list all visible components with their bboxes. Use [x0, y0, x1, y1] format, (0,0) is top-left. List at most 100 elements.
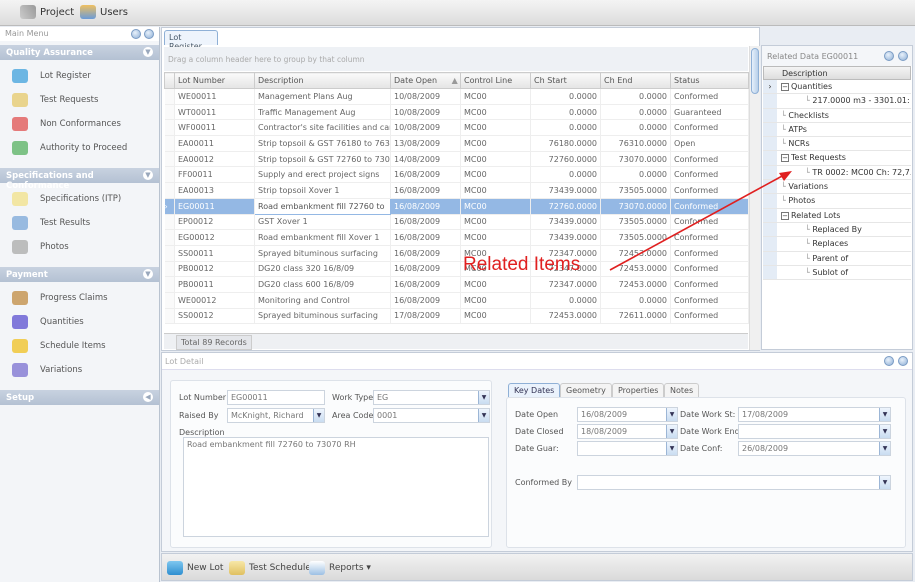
tree-node-variations[interactable]: └ Variations [763, 180, 911, 195]
table-row[interactable]: SS00011 Sprayed bituminous surfacing 16/08… [164, 245, 749, 262]
tree-node-tr-0002-mc00-ch-72-7[interactable]: └ TR 0002: MC00 Ch: 72,7... [763, 165, 911, 181]
close-icon[interactable] [898, 356, 908, 366]
date-conf-picker[interactable]: 26/08/2009 ▼ [738, 441, 891, 456]
chevron-down-icon[interactable]: ▼ [143, 170, 153, 180]
table-row[interactable]: WE00011 Management Plans Aug 10/08/2009 MC0… [164, 88, 749, 105]
project-button[interactable]: Project [20, 5, 74, 19]
tree-node-quantities[interactable]: › − Quantities [763, 80, 911, 95]
sidebar-item-schedule-items[interactable]: Schedule Items [0, 334, 159, 358]
section-payment[interactable]: Payment ▼ [0, 267, 159, 282]
description-textarea[interactable]: Road embankment fill 72760 to 73070 RH [183, 437, 489, 537]
table-row[interactable]: SS00012 Sprayed bituminous surfacing 17/08… [164, 308, 749, 325]
chevron-down-icon[interactable]: ▼ [666, 442, 677, 455]
chevron-down-icon[interactable]: ▼ [879, 425, 890, 438]
tree-node-ncrs[interactable]: └ NCRs [763, 137, 911, 152]
tab-key-dates[interactable]: Key Dates [508, 383, 561, 397]
close-icon[interactable] [144, 29, 154, 39]
chevron-down-icon[interactable]: ▼ [478, 391, 489, 404]
tree-node-photos[interactable]: └ Photos [763, 194, 911, 209]
chevron-down-icon[interactable]: ▼ [666, 408, 677, 421]
group-by-area[interactable]: Drag a column header here to group by th… [164, 47, 748, 71]
new-lot-button[interactable]: New Lot [167, 561, 223, 575]
sidebar-item-authority-to-proceed[interactable]: Authority to Proceed [0, 136, 159, 160]
sidebar-item-non-conformances[interactable]: Non Conformances [0, 112, 159, 136]
pin-icon[interactable] [884, 51, 894, 61]
tree-node-replaces[interactable]: └ Replaces [763, 237, 911, 252]
table-row[interactable]: › EG00011 Road embankment fill 72760 to 16/… [164, 197, 749, 215]
tree-node-checklists[interactable]: └ Checklists [763, 108, 911, 123]
reports-button[interactable]: Reports ▾ [309, 561, 371, 575]
sidebar-item-test-results[interactable]: Test Results [0, 211, 159, 235]
date-guar-picker[interactable]: ▼ [577, 441, 678, 456]
pin-icon[interactable] [131, 29, 141, 39]
tree-node-sublot-of[interactable]: └ Sublot of [763, 265, 911, 281]
collapse-icon[interactable]: − [781, 211, 789, 220]
test-schedule-button[interactable]: Test Schedule [229, 561, 311, 575]
work-type-select[interactable]: EG ▼ [373, 390, 490, 405]
column-header-lot-number[interactable]: Lot Number [174, 72, 255, 89]
table-row[interactable]: WE00012 Monitoring and Control 16/08/2009 M… [164, 292, 749, 309]
tab-lot-register[interactable]: Lot Register [164, 30, 218, 51]
chevron-down-icon[interactable]: ▼ [879, 476, 890, 489]
column-header-date-open[interactable]: Date Open ▲ [390, 72, 461, 89]
tab-properties[interactable]: Properties [612, 383, 665, 397]
tab-geometry[interactable]: Geometry [560, 383, 612, 397]
tree-node-217-0000-m3-3301-01[interactable]: └ 217.0000 m3 - 3301.01: ... [763, 94, 911, 109]
tree-node-atps[interactable]: └ ATPs [763, 122, 911, 138]
column-header-ch-start[interactable]: Ch Start [530, 72, 601, 89]
sidebar-item-photos[interactable]: Photos [0, 235, 159, 259]
sidebar-item-progress-claims[interactable]: Progress Claims [0, 286, 159, 310]
tree-node-parent-of[interactable]: └ Parent of [763, 251, 911, 266]
collapse-icon[interactable]: − [781, 154, 789, 163]
chevron-down-icon[interactable]: ▼ [879, 408, 890, 421]
table-row[interactable]: EG00012 Road embankment fill Xover 1 16/08… [164, 229, 749, 246]
table-row[interactable]: FF00011 Supply and erect project signs 16/… [164, 166, 749, 184]
table-row[interactable]: EA00011 Strip topsoil & GST 76180 to 7631… [164, 135, 749, 152]
date-work-end-picker[interactable]: ▼ [738, 424, 891, 439]
column-header-status[interactable]: Status [670, 72, 749, 89]
sidebar-item-quantities[interactable]: Quantities [0, 310, 159, 334]
table-row[interactable]: EA00012 Strip topsoil & GST 72760 to 7307… [164, 151, 749, 168]
collapse-icon[interactable]: − [781, 83, 789, 91]
column-header-control-line[interactable]: Control Line [460, 72, 531, 89]
column-header-ch-end[interactable]: Ch End [600, 72, 671, 89]
chevron-down-icon[interactable]: ▼ [143, 47, 153, 57]
grid-scrollbar[interactable] [749, 46, 760, 350]
tree-header[interactable]: Description [763, 66, 911, 80]
users-button[interactable]: Users [80, 5, 128, 19]
tree-node-related-lots[interactable]: − Related Lots [763, 208, 911, 223]
scrollbar-thumb[interactable] [751, 48, 759, 94]
table-row[interactable]: EA00013 Strip topsoil Xover 1 16/08/2009 MC… [164, 182, 749, 199]
conformed-by-select[interactable]: ▼ [577, 475, 891, 490]
sidebar-item-test-requests[interactable]: Test Requests [0, 88, 159, 112]
area-code-select[interactable]: 0001 ▼ [373, 408, 490, 423]
area-code-label: Area Code [332, 411, 374, 420]
section-quality-assurance[interactable]: Quality Assurance ▼ [0, 45, 159, 60]
table-row[interactable]: WF00011 Contractor's site facilities and … [164, 119, 749, 137]
table-row[interactable]: EP00012 GST Xover 1 16/08/2009 MC00 73439.00… [164, 214, 749, 231]
date-open-picker[interactable]: 16/08/2009 ▼ [577, 407, 678, 422]
close-icon[interactable] [898, 51, 908, 61]
date-work-start-picker[interactable]: 17/08/2009 ▼ [738, 407, 891, 422]
chevron-down-icon[interactable]: ▼ [879, 442, 890, 455]
tab-notes[interactable]: Notes [664, 383, 700, 397]
chevron-left-icon[interactable]: ◀ [143, 392, 153, 402]
table-row[interactable]: PB00011 DG20 class 600 16/8/09 16/08/2009 M… [164, 276, 749, 293]
chevron-down-icon[interactable]: ▼ [478, 409, 489, 422]
chevron-down-icon[interactable]: ▼ [313, 409, 324, 422]
sidebar-item-variations[interactable]: Variations [0, 358, 159, 382]
section-specifications-and-conformance[interactable]: Specifications and Conformance ▼ [0, 168, 159, 191]
lot-number-field[interactable]: EG00011 [227, 390, 325, 405]
tree-node-test-requests[interactable]: − Test Requests [763, 151, 911, 166]
column-header-description[interactable]: Description [254, 72, 391, 89]
tree-node-replaced-by[interactable]: └ Replaced By [763, 222, 911, 238]
sidebar-item-lot-register[interactable]: Lot Register [0, 64, 159, 88]
chevron-down-icon[interactable]: ▼ [666, 425, 677, 438]
section-setup[interactable]: Setup ◀ [0, 390, 159, 405]
table-row[interactable]: PB00012 DG20 class 320 16/8/09 16/08/2009 M… [164, 261, 749, 278]
date-closed-picker[interactable]: 18/08/2009 ▼ [577, 424, 678, 439]
raised-by-select[interactable]: McKnight, Richard ▼ [227, 408, 325, 423]
table-row[interactable]: WT00011 Traffic Management Aug 10/08/2009 M… [164, 104, 749, 121]
pin-icon[interactable] [884, 356, 894, 366]
chevron-down-icon[interactable]: ▼ [143, 269, 153, 279]
